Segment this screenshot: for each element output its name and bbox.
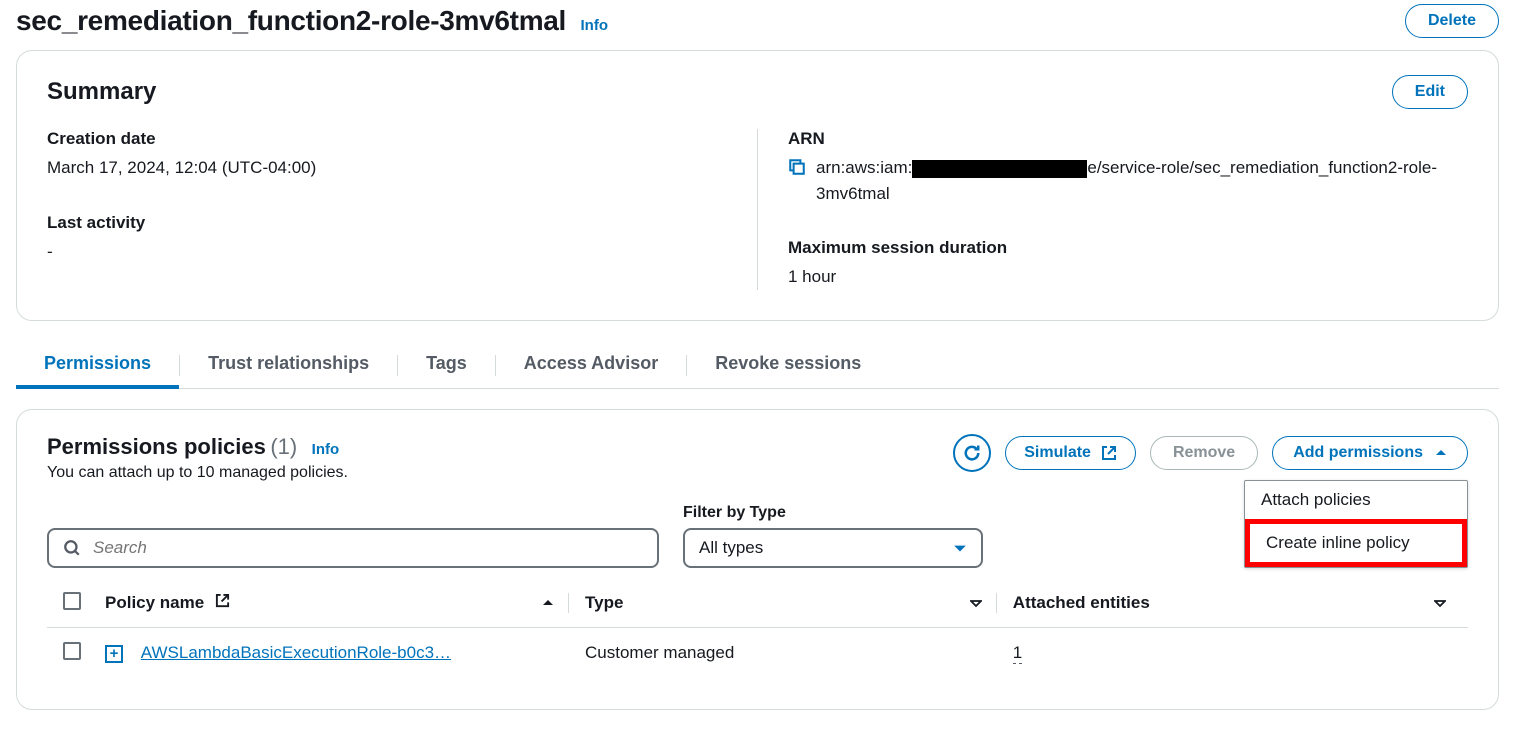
arn-label: ARN [788, 129, 1468, 149]
arn-value: arn:aws:iam:e/service-role/sec_remediati… [816, 155, 1468, 206]
panel-description: You can attach up to 10 managed policies… [47, 464, 348, 482]
row-checkbox[interactable] [63, 642, 81, 660]
page-title-block: sec_remediation_function2-role-3mv6tmal … [16, 5, 608, 37]
summary-right-col: ARN arn:aws:iam:e/service-role/sec_remed… [758, 129, 1468, 290]
simulate-button[interactable]: Simulate [1005, 436, 1136, 470]
page-title: sec_remediation_function2-role-3mv6tmal [16, 5, 566, 36]
panel-title-block: Permissions policies (1) Info You can at… [47, 434, 348, 482]
arn-redacted [912, 160, 1087, 178]
last-activity-field: Last activity - [47, 213, 727, 265]
filter-type-select[interactable]: All types [683, 528, 983, 568]
panel-count: (1) [270, 434, 297, 459]
col-type-label: Type [585, 593, 623, 613]
creation-date-field: Creation date March 17, 2024, 12:04 (UTC… [47, 129, 727, 181]
edit-button[interactable]: Edit [1392, 75, 1468, 109]
simulate-label: Simulate [1024, 444, 1091, 462]
sort-asc-icon [542, 597, 554, 609]
row-entities: 1 [1013, 643, 1022, 664]
max-session-field: Maximum session duration 1 hour [788, 238, 1468, 290]
tab-advisor[interactable]: Access Advisor [496, 343, 686, 388]
policy-link[interactable]: AWSLambdaBasicExecutionRole-b0c3… [141, 643, 451, 662]
table-row: + AWSLambdaBasicExecutionRole-b0c3… Cust… [47, 627, 1468, 679]
tab-trust[interactable]: Trust relationships [180, 343, 397, 388]
sort-icon [970, 597, 982, 609]
tab-tags[interactable]: Tags [398, 343, 495, 388]
last-activity-label: Last activity [47, 213, 727, 233]
caret-up-icon [1435, 447, 1447, 459]
select-all-checkbox[interactable] [63, 592, 81, 610]
add-permissions-button[interactable]: Add permissions [1272, 436, 1468, 470]
col-checkbox [47, 580, 97, 628]
summary-left-col: Creation date March 17, 2024, 12:04 (UTC… [47, 129, 758, 290]
tabs: Permissions Trust relationships Tags Acc… [16, 343, 1499, 389]
info-link[interactable]: Info [581, 17, 609, 34]
expand-icon[interactable]: + [105, 645, 123, 663]
filter-type-value: All types [699, 538, 763, 558]
panel-header: Permissions policies (1) Info You can at… [47, 434, 1468, 482]
panel-info-link[interactable]: Info [312, 441, 340, 458]
page-header: sec_remediation_function2-role-3mv6tmal … [16, 0, 1499, 50]
arn-prefix: arn:aws:iam: [816, 158, 912, 177]
menu-attach-policies[interactable]: Attach policies [1245, 481, 1467, 519]
max-session-label: Maximum session duration [788, 238, 1468, 258]
summary-title: Summary [47, 78, 156, 106]
creation-date-label: Creation date [47, 129, 727, 149]
filter-type-label: Filter by Type [683, 504, 983, 522]
add-permissions-menu: Attach policies Create inline policy [1244, 480, 1468, 568]
col-type[interactable]: Type [577, 580, 1005, 628]
actions-row: Simulate Remove Add permissions Attach p… [953, 434, 1468, 472]
last-activity-value: - [47, 239, 727, 265]
external-link-icon [1101, 445, 1117, 461]
panel-title: Permissions policies [47, 434, 266, 459]
summary-header: Summary Edit [47, 75, 1468, 109]
summary-grid: Creation date March 17, 2024, 12:04 (UTC… [47, 129, 1468, 290]
summary-card: Summary Edit Creation date March 17, 202… [16, 50, 1499, 321]
row-type: Customer managed [577, 627, 1005, 679]
filter-type-col: Filter by Type All types [683, 504, 983, 568]
arn-value-row: arn:aws:iam:e/service-role/sec_remediati… [788, 155, 1468, 206]
max-session-value: 1 hour [788, 264, 1468, 290]
menu-create-inline-policy[interactable]: Create inline policy [1245, 519, 1467, 567]
copy-icon[interactable] [788, 158, 806, 176]
col-policy-name[interactable]: Policy name [97, 580, 577, 628]
policies-table: Policy name Type Attached entities [47, 580, 1468, 679]
col-entities-label: Attached entities [1013, 593, 1150, 613]
permissions-panel: Permissions policies (1) Info You can at… [16, 409, 1499, 710]
tab-revoke[interactable]: Revoke sessions [687, 343, 889, 388]
remove-button[interactable]: Remove [1150, 436, 1258, 470]
search-box[interactable] [47, 528, 659, 568]
search-icon [63, 539, 81, 557]
col-entities[interactable]: Attached entities [1005, 580, 1468, 628]
tab-permissions[interactable]: Permissions [16, 343, 179, 388]
sort-icon [1434, 597, 1446, 609]
creation-date-value: March 17, 2024, 12:04 (UTC-04:00) [47, 155, 727, 181]
search-input[interactable] [93, 538, 643, 558]
caret-down-icon [953, 541, 967, 555]
delete-button[interactable]: Delete [1405, 4, 1499, 38]
col-policy-label: Policy name [105, 593, 204, 612]
add-permissions-label: Add permissions [1293, 444, 1423, 462]
external-link-icon [215, 593, 230, 608]
refresh-button[interactable] [953, 434, 991, 472]
arn-field: ARN arn:aws:iam:e/service-role/sec_remed… [788, 129, 1468, 206]
